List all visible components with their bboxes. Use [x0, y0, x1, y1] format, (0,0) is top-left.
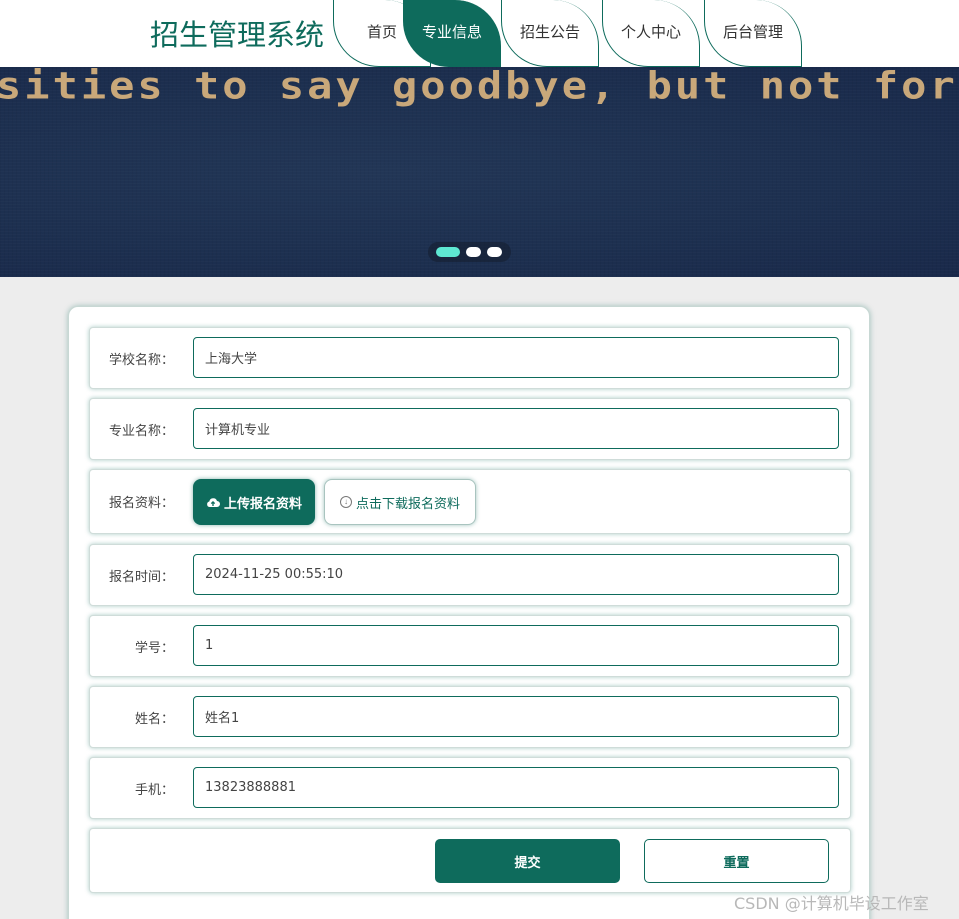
signup-time-label: 报名时间：: [108, 569, 174, 585]
name-input[interactable]: [193, 696, 839, 737]
major-name-label: 专业名称：: [108, 423, 174, 439]
carousel-indicators: [428, 242, 511, 262]
school-name-input[interactable]: [193, 337, 839, 378]
student-no-label: 学号：: [134, 640, 174, 656]
form-row-materials: 报名资料： 上传报名资料 ↓ 点击下载报名资料: [89, 469, 851, 534]
materials-label: 报名资料：: [108, 496, 174, 511]
student-no-input[interactable]: [193, 625, 839, 666]
form-row-name: 姓名：: [89, 686, 851, 748]
form-row-phone: 手机：: [89, 757, 851, 819]
header: 招生管理系统 首页 专业信息 招生公告 个人中心 后台管理: [0, 0, 959, 67]
download-materials-button[interactable]: ↓ 点击下载报名资料: [324, 479, 476, 525]
upload-materials-button[interactable]: 上传报名资料: [193, 479, 315, 525]
carousel-dot-3[interactable]: [487, 247, 502, 257]
cloud-upload-icon: [207, 497, 220, 507]
form-row-major-name: 专业名称：: [89, 398, 851, 460]
carousel-dot-1[interactable]: [436, 247, 460, 257]
signup-time-input[interactable]: [193, 554, 839, 595]
major-name-input[interactable]: [193, 408, 839, 449]
form-row-actions: 提交 重置: [89, 828, 851, 893]
nav-personal-center[interactable]: 个人中心: [602, 0, 700, 67]
phone-input[interactable]: [193, 767, 839, 808]
phone-label: 手机：: [134, 782, 174, 798]
form-row-student-no: 学号：: [89, 615, 851, 677]
form-row-signup-time: 报名时间：: [89, 544, 851, 606]
form-card: 学校名称： 专业名称： 报名资料： 上传报名资料 ↓ 点击下载报名资料 报名时间…: [68, 306, 870, 919]
form-row-school-name: 学校名称：: [89, 327, 851, 389]
nav-admission-notice[interactable]: 招生公告: [501, 0, 599, 67]
reset-button[interactable]: 重置: [644, 839, 829, 883]
submit-button[interactable]: 提交: [435, 839, 620, 883]
download-materials-label: 点击下载报名资料: [355, 495, 460, 511]
nav-backend-admin[interactable]: 后台管理: [704, 0, 802, 67]
banner-carousel: sities to say goodbye, but not forewell …: [0, 67, 959, 277]
banner-text: sities to say goodbye, but not forewell …: [0, 67, 959, 108]
school-name-label: 学校名称：: [108, 352, 174, 368]
watermark: CSDN @计算机毕设工作室: [734, 894, 929, 913]
carousel-dot-2[interactable]: [466, 247, 481, 257]
site-title: 招生管理系统: [150, 18, 325, 52]
download-icon: ↓: [339, 496, 352, 508]
name-label: 姓名：: [134, 711, 174, 727]
upload-materials-label: 上传报名资料: [223, 495, 302, 511]
